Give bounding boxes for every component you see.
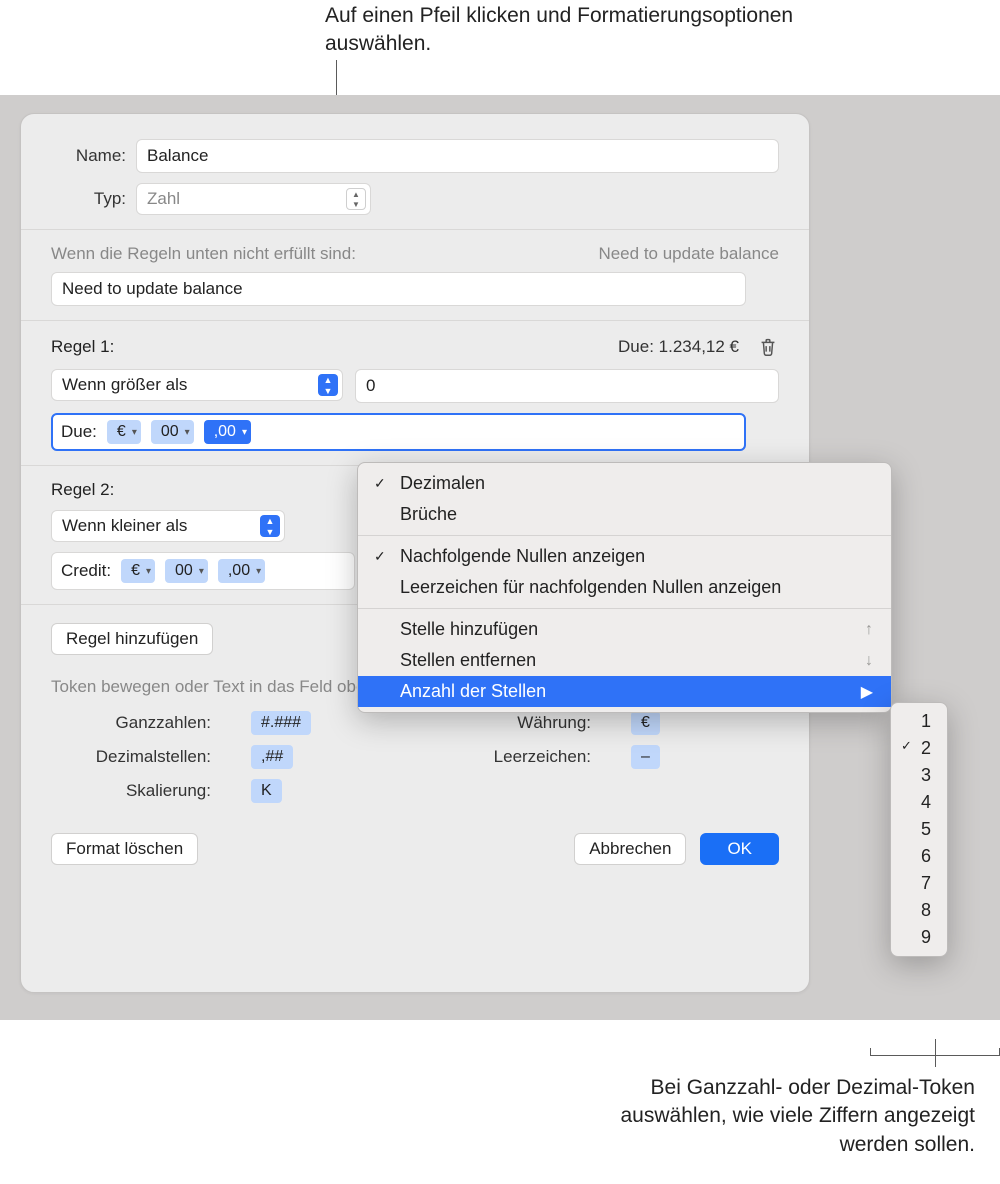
stepper-icon: ▲▼ [346, 188, 366, 210]
currency-token[interactable]: €▾ [107, 420, 141, 444]
condition-preview: Need to update balance [598, 244, 779, 264]
digits-3[interactable]: 3 [891, 762, 947, 789]
scale-label: Skalierung: [51, 781, 211, 801]
digits-9[interactable]: 9 [891, 924, 947, 951]
type-row: Typ: Zahl ▲▼ [51, 183, 779, 215]
rule1-token-row[interactable]: Due: €▾ 00▾ ,00▾ [51, 413, 746, 451]
check-icon: ✓ [374, 548, 386, 565]
menu-decimals[interactable]: ✓ Dezimalen [358, 468, 891, 499]
digits-2[interactable]: ✓2 [891, 735, 947, 762]
condition-header: Wenn die Regeln unten nicht erfüllt sind… [51, 244, 779, 264]
menu-remove-digit[interactable]: Stellen entfernen ↓ [358, 645, 891, 676]
name-row: Name: [51, 139, 779, 173]
arrow-down-icon: ↓ [865, 652, 873, 670]
rule1-token-label: Due: [61, 422, 97, 442]
annotation-bottom: Bei Ganzzahl- oder Dezimal-Token auswähl… [555, 1074, 975, 1159]
digits-7[interactable]: 7 [891, 870, 947, 897]
rule1-value-input[interactable] [355, 369, 779, 403]
chevron-down-icon: ▾ [242, 427, 247, 438]
rule1-header: Regel 1: Due: 1.234,12 € [51, 335, 779, 359]
rule2-title: Regel 2: [51, 480, 114, 500]
space-label: Leerzeichen: [411, 747, 591, 767]
stepper-blue-icon: ▲▼ [260, 515, 280, 537]
menu-trailing-zeros[interactable]: ✓ Nachfolgende Nullen anzeigen [358, 541, 891, 572]
digits-5[interactable]: 5 [891, 816, 947, 843]
check-icon: ✓ [374, 475, 386, 492]
rule1-op-value: Wenn größer als [62, 375, 187, 395]
decimals-token[interactable]: ,## [251, 745, 293, 769]
trash-icon[interactable] [757, 335, 779, 359]
rule2-op-select[interactable]: Wenn kleiner als ▲▼ [51, 510, 285, 542]
annotation-top: Auf einen Pfeil klicken und Formatierung… [325, 2, 825, 59]
rule2-token-label: Credit: [61, 561, 111, 581]
rule2-token-row[interactable]: Credit: €▾ 00▾ ,00▾ [51, 552, 355, 590]
condition-label: Wenn die Regeln unten nicht erfüllt sind… [51, 244, 356, 264]
menu-fractions[interactable]: Brüche [358, 499, 891, 530]
type-select[interactable]: Zahl ▲▼ [136, 183, 371, 215]
menu-num-digits[interactable]: Anzahl der Stellen ▶ [358, 676, 891, 707]
cancel-button[interactable]: Abbrechen [574, 833, 686, 865]
chevron-down-icon: ▾ [185, 427, 190, 438]
scale-token[interactable]: K [251, 779, 282, 803]
currency-token[interactable]: €▾ [121, 559, 155, 583]
digits-8[interactable]: 8 [891, 897, 947, 924]
token-grid: Ganzzahlen: #.### Währung: € Dezimalstel… [51, 711, 779, 803]
integer-token[interactable]: 00▾ [151, 420, 194, 444]
rule2-op-value: Wenn kleiner als [62, 516, 187, 536]
decimal-token[interactable]: ,00▾ [218, 559, 265, 583]
stepper-blue-icon: ▲▼ [318, 374, 338, 396]
digits-submenu[interactable]: 1 ✓2 3 4 5 6 7 8 9 [890, 702, 948, 957]
currency-token[interactable]: € [631, 711, 660, 735]
name-label: Name: [51, 146, 136, 166]
check-icon: ✓ [901, 738, 912, 754]
type-value: Zahl [147, 189, 180, 209]
ok-button[interactable]: OK [700, 833, 779, 865]
chevron-down-icon: ▾ [132, 427, 137, 438]
divider [21, 320, 809, 321]
integer-token[interactable]: 00▾ [165, 559, 208, 583]
footer: Format löschen Abbrechen OK [51, 833, 779, 865]
arrow-up-icon: ↑ [865, 621, 873, 639]
space-token[interactable]: – [631, 745, 660, 769]
integers-label: Ganzzahlen: [51, 713, 211, 733]
chevron-right-icon: ▶ [861, 682, 873, 702]
digits-6[interactable]: 6 [891, 843, 947, 870]
digits-4[interactable]: 4 [891, 789, 947, 816]
chevron-down-icon: ▾ [256, 566, 261, 577]
menu-separator [358, 608, 891, 609]
integers-token[interactable]: #.### [251, 711, 311, 735]
leader-line-bottom-v [935, 1039, 936, 1067]
rule1-controls: Wenn größer als ▲▼ [51, 369, 779, 403]
chevron-down-icon: ▾ [199, 566, 204, 577]
condition-input[interactable] [51, 272, 746, 306]
chevron-down-icon: ▾ [146, 566, 151, 577]
divider [21, 229, 809, 230]
menu-add-digit[interactable]: Stelle hinzufügen ↑ [358, 614, 891, 645]
rule1-preview: Due: 1.234,12 € [618, 337, 739, 357]
decimal-token[interactable]: ,00▾ [204, 420, 251, 444]
decimals-label: Dezimalstellen: [51, 747, 211, 767]
format-menu[interactable]: ✓ Dezimalen Brüche ✓ Nachfolgende Nullen… [357, 462, 892, 713]
add-rule-button[interactable]: Regel hinzufügen [51, 623, 213, 655]
name-input[interactable] [136, 139, 779, 173]
menu-spaces-trailing[interactable]: Leerzeichen für nachfolgenden Nullen anz… [358, 572, 891, 603]
type-label: Typ: [51, 189, 136, 209]
delete-format-button[interactable]: Format löschen [51, 833, 198, 865]
menu-separator [358, 535, 891, 536]
currency-label: Währung: [411, 713, 591, 733]
leader-tick [870, 1048, 871, 1056]
digits-1[interactable]: 1 [891, 708, 947, 735]
rule1-op-select[interactable]: Wenn größer als ▲▼ [51, 369, 343, 401]
rule1-title: Regel 1: [51, 337, 114, 357]
